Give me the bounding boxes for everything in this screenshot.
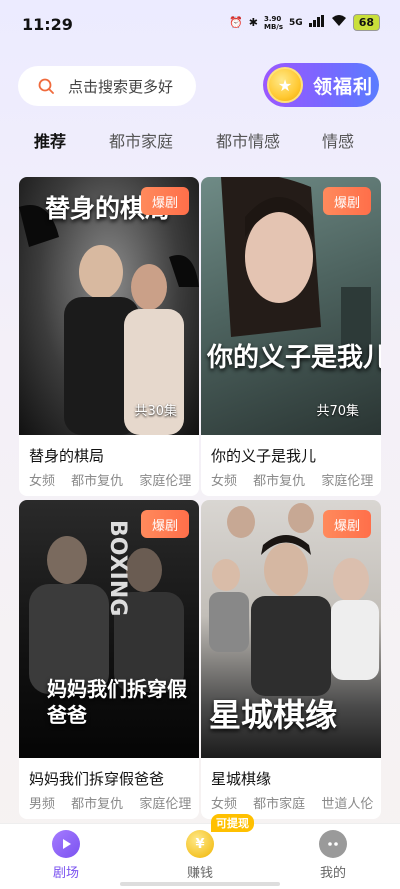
battery-indicator: 68 (352, 14, 380, 31)
tab-urban-romance[interactable]: 都市情感 (216, 128, 280, 152)
search-icon (38, 78, 54, 94)
card-title: 星城棋缘 (211, 770, 272, 788)
network-label: 5G (289, 17, 303, 28)
nav-earn[interactable]: ¥ 赚钱 (170, 830, 230, 881)
drama-card[interactable]: 你的义子是我儿 爆剧 共70集 你的义子是我儿 女频 都市复仇 家庭伦理 (201, 177, 381, 496)
poster-title: 星城棋缘 (209, 696, 338, 734)
nav-label: 赚钱 (186, 866, 213, 881)
play-icon (52, 830, 80, 858)
hot-badge: 爆剧 (141, 187, 189, 215)
card-tags: 女频 都市家庭 世道人伦 (211, 793, 381, 812)
card-tags: 男频 都市复仇 家庭伦理 (29, 793, 199, 812)
tag: 家庭伦理 (139, 797, 192, 812)
tag: 家庭伦理 (139, 474, 192, 489)
tag: 女频 (211, 474, 238, 489)
profile-icon (319, 830, 347, 858)
tag: 家庭伦理 (321, 474, 374, 489)
hot-badge: 爆剧 (323, 510, 371, 538)
hot-badge: 爆剧 (323, 187, 371, 215)
coin-icon: ¥ (186, 830, 214, 858)
card-title: 你的义子是我儿 (211, 447, 317, 465)
alarm-icon: ⏰ (229, 16, 243, 29)
welfare-button[interactable]: ★ 领福利 (263, 63, 379, 107)
net-speed: 3.90 MB/s (264, 14, 284, 31)
tag: 都市复仇 (71, 474, 124, 489)
wifi-icon (331, 15, 347, 30)
withdraw-badge: 可提现 (211, 814, 254, 832)
search-placeholder: 点击搜索更多好 (68, 77, 174, 96)
tag: 女频 (29, 474, 56, 489)
svg-text:BOXING: BOXING (105, 520, 130, 616)
tag: 男频 (29, 797, 56, 812)
drama-poster[interactable]: 星城棋缘 爆剧 (201, 500, 381, 758)
tag: 女频 (211, 797, 238, 812)
nav-theater[interactable]: 剧场 (36, 830, 96, 881)
status-time: 11:29 (22, 15, 73, 34)
tag: 世道人伦 (321, 797, 374, 812)
category-tabs: 推荐 都市家庭 都市情感 情感 (0, 128, 400, 154)
bottom-nav: 剧场 ¥ 赚钱 我的 (0, 823, 400, 889)
welfare-button-label: 领福利 (313, 75, 374, 98)
coin-star-icon: ★ (267, 67, 303, 103)
drama-card[interactable]: BOXING 妈妈我们拆穿假爸爸 爆剧 妈妈我们拆穿假爸爸 男频 都市复仇 家庭… (19, 500, 199, 819)
drama-poster[interactable]: 你的义子是我儿 爆剧 共70集 (201, 177, 381, 435)
card-tags: 女频 都市复仇 家庭伦理 (211, 470, 381, 489)
poster-title: 你的义子是我儿 (207, 343, 381, 373)
card-tags: 女频 都市复仇 家庭伦理 (29, 470, 199, 489)
hot-badge: 爆剧 (141, 510, 189, 538)
tab-urban-family[interactable]: 都市家庭 (109, 128, 173, 152)
status-icons: ⏰ ✱ 3.90 MB/s 5G 68 (229, 14, 380, 31)
drama-poster[interactable]: 替身的棋局 爆剧 共30集 (19, 177, 199, 435)
nav-label: 我的 (319, 866, 346, 881)
poster-title: 妈妈我们拆穿假爸爸 (47, 677, 187, 727)
drama-card[interactable]: 替身的棋局 爆剧 共30集 替身的棋局 女频 都市复仇 家庭伦理 (19, 177, 199, 496)
status-bar: 11:29 ⏰ ✱ 3.90 MB/s 5G 68 (0, 0, 400, 48)
search-input[interactable]: 点击搜索更多好 (18, 66, 196, 106)
episode-count: 共70集 (316, 404, 359, 419)
card-title: 妈妈我们拆穿假爸爸 (29, 770, 165, 788)
signal-icon (308, 15, 325, 30)
tab-romance[interactable]: 情感 (322, 128, 354, 152)
bluetooth-icon: ✱ (248, 16, 258, 29)
drama-card[interactable]: 星城棋缘 爆剧 星城棋缘 女频 都市家庭 世道人伦 (201, 500, 381, 819)
nav-label: 剧场 (52, 866, 79, 881)
poster-art (221, 177, 371, 367)
tag: 都市复仇 (253, 474, 306, 489)
tag: 都市家庭 (253, 797, 306, 812)
nav-profile[interactable]: 我的 (303, 830, 363, 881)
episode-count: 共30集 (134, 404, 177, 419)
tab-recommend[interactable]: 推荐 (34, 128, 66, 152)
home-indicator[interactable] (120, 882, 280, 886)
drama-poster[interactable]: BOXING 妈妈我们拆穿假爸爸 爆剧 (19, 500, 199, 758)
tag: 都市复仇 (71, 797, 124, 812)
card-title: 替身的棋局 (29, 447, 105, 465)
